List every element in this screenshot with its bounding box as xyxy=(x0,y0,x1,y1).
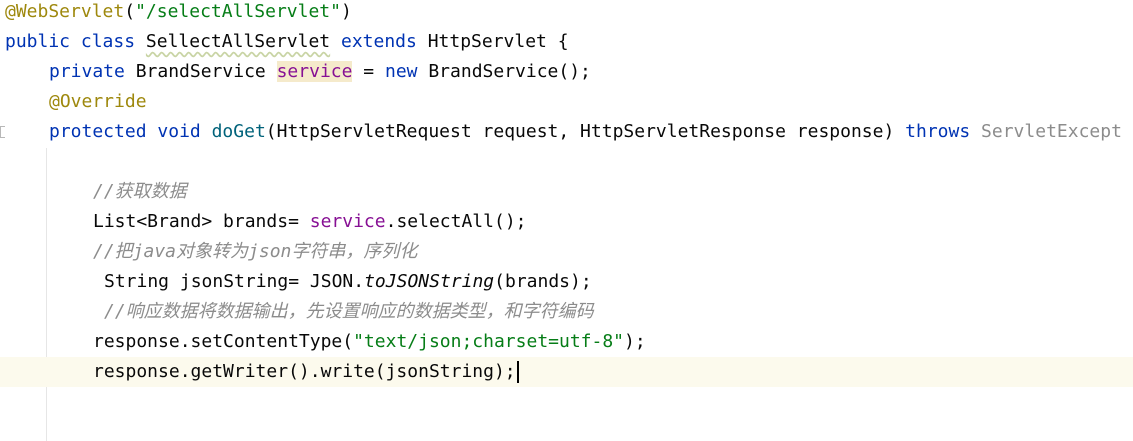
text-caret xyxy=(516,361,519,383)
field-type: BrandService xyxy=(135,61,266,82)
keyword-protected: protected xyxy=(49,121,147,142)
service-field-reference: service xyxy=(309,211,386,232)
content-type-string: "text/json;charset=utf-8" xyxy=(353,331,625,352)
json-string-declaration: String jsonString= JSON. xyxy=(104,271,365,292)
keyword-throws: throws xyxy=(905,121,971,142)
method-params: (HttpServletRequest request, HttpServlet… xyxy=(265,121,895,142)
code-line-10[interactable]: String jsonString= JSON.toJSONString(bra… xyxy=(104,267,1133,297)
keyword-void: void xyxy=(157,121,201,142)
code-line-3[interactable]: private BrandService service = new Brand… xyxy=(49,57,1133,87)
exception-type: ServletExcept xyxy=(981,121,1122,142)
comment-fetch-data: //获取数据 xyxy=(93,181,187,202)
comment-response: //响应数据将数据输出，先设置响应的数据类型，和字符编码 xyxy=(104,301,594,322)
keyword-class: class xyxy=(80,31,136,52)
set-content-type-call: response.setContentType( xyxy=(93,331,354,352)
to-json-string-method: toJSONString xyxy=(364,271,495,292)
brands-declaration: List<Brand> brands= xyxy=(93,211,299,232)
code-editor[interactable]: @WebServlet("/selectAllServlet") public … xyxy=(0,0,1133,441)
service-field-declaration: service xyxy=(276,61,353,82)
indent-guide xyxy=(46,148,47,441)
class-name: SellectAllServlet xyxy=(145,31,331,52)
paren-open: ( xyxy=(124,1,136,22)
code-line-9[interactable]: //把java对象转为json字符串，序列化 xyxy=(93,237,1133,267)
set-content-type-close: ); xyxy=(624,331,646,352)
code-line-11[interactable]: //响应数据将数据输出，先设置响应的数据类型，和字符编码 xyxy=(104,297,1133,327)
paren-close: ) xyxy=(340,1,352,22)
select-all-call: .selectAll(); xyxy=(385,211,527,232)
write-json-call: response.getWriter().write(jsonString); xyxy=(93,361,516,382)
comment-serialize: //把java对象转为json字符串，序列化 xyxy=(93,241,418,262)
annotation-webservlet: @WebServlet xyxy=(5,1,125,22)
code-line-4[interactable]: @Override xyxy=(49,87,1133,117)
to-json-string-args: (brands); xyxy=(494,271,592,292)
code-line-5[interactable]: protected void doGet(HttpServletRequest … xyxy=(49,117,1133,147)
keyword-public: public xyxy=(5,31,71,52)
superclass-name: HttpServlet { xyxy=(427,31,569,52)
keyword-private: private xyxy=(49,61,125,82)
code-line-1[interactable]: @WebServlet("/selectAllServlet") xyxy=(5,0,1133,27)
code-line-8[interactable]: List<Brand> brands= service.selectAll(); xyxy=(93,207,1133,237)
assign-operator: = xyxy=(363,61,375,82)
code-line-2[interactable]: public class SellectAllServlet extends H… xyxy=(5,27,1133,57)
keyword-extends: extends xyxy=(340,31,417,52)
method-name-doget: doGet xyxy=(211,121,266,142)
code-line-13-current[interactable]: response.getWriter().write(jsonString); xyxy=(0,357,1133,387)
constructor-call: BrandService(); xyxy=(428,61,591,82)
annotation-override: @Override xyxy=(49,91,147,112)
fold-marker-icon[interactable] xyxy=(0,126,5,138)
code-line-12[interactable]: response.setContentType("text/json;chars… xyxy=(93,327,1133,357)
servlet-path-string: "/selectAllServlet" xyxy=(135,1,341,22)
keyword-new: new xyxy=(384,61,418,82)
code-line-7[interactable]: //获取数据 xyxy=(93,177,1133,207)
